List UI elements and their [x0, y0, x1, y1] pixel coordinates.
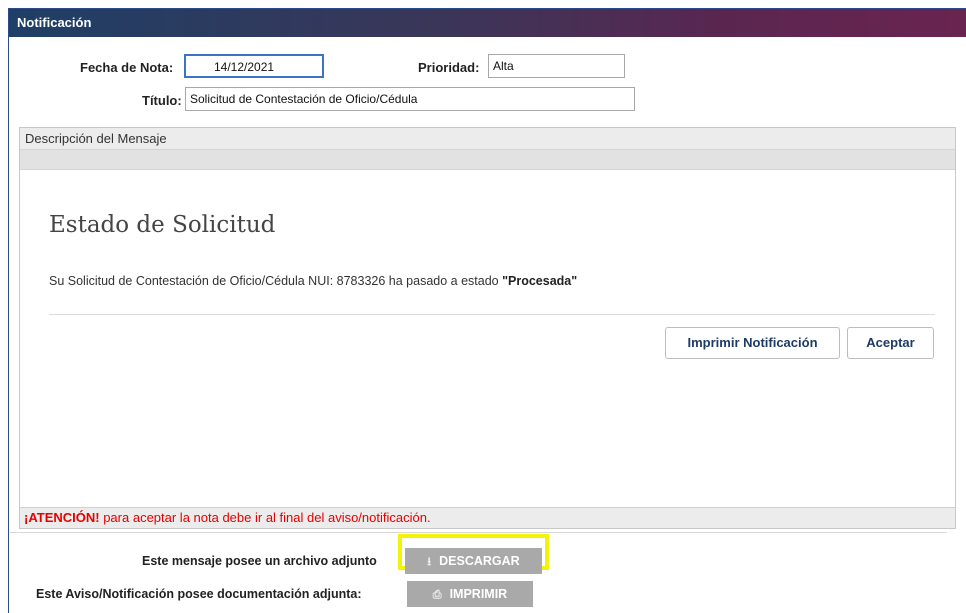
prioridad-label: Prioridad: — [418, 60, 480, 75]
notification-window: Notificación Fecha de Nota: 14/12/2021 P… — [8, 8, 966, 613]
download-button-label: DESCARGAR — [439, 554, 520, 568]
fecha-field[interactable]: 14/12/2021 — [184, 54, 324, 78]
warning-bar: ¡ATENCIÓN! para aceptar la nota debe ir … — [20, 507, 955, 528]
prioridad-field[interactable]: Alta — [488, 54, 625, 78]
warning-strong: ¡ATENCIÓN! — [24, 510, 100, 525]
print-attachment-button[interactable]: ⎙ IMPRIMIR — [407, 581, 533, 607]
attachment-file-label: Este mensaje posee un archivo adjunto — [142, 554, 377, 568]
accept-button[interactable]: Aceptar — [847, 327, 934, 359]
divider — [49, 314, 935, 315]
message-panel: Descripción del Mensaje Estado de Solici… — [19, 127, 956, 529]
titulo-field[interactable]: Solicitud de Contestación de Oficio/Cédu… — [185, 87, 635, 111]
message-status: "Procesada" — [502, 274, 578, 288]
download-button[interactable]: ⭳ DESCARGAR — [405, 548, 542, 574]
attachment-doc-label: Este Aviso/Notificación posee documentac… — [36, 587, 362, 601]
print-notification-button[interactable]: Imprimir Notificación — [665, 327, 840, 359]
download-icon: ⭳ — [427, 556, 432, 568]
message-text: Su Solicitud de Contestación de Oficio/C… — [49, 274, 577, 288]
panel-header: Descripción del Mensaje — [20, 128, 955, 150]
titulo-label: Título: — [142, 93, 182, 108]
printer-icon: ⎙ — [432, 589, 442, 601]
panel-toolbar — [20, 150, 955, 170]
fecha-label: Fecha de Nota: — [80, 60, 174, 75]
message-body: Estado de Solicitud Su Solicitud de Cont… — [20, 170, 955, 498]
print-attachment-label: IMPRIMIR — [449, 587, 508, 601]
window-title: Notificación — [9, 9, 966, 37]
separator — [10, 532, 947, 533]
warning-text: para aceptar la nota debe ir al final de… — [99, 510, 431, 525]
message-text-body: Su Solicitud de Contestación de Oficio/C… — [49, 274, 503, 288]
message-title: Estado de Solicitud — [49, 212, 276, 238]
